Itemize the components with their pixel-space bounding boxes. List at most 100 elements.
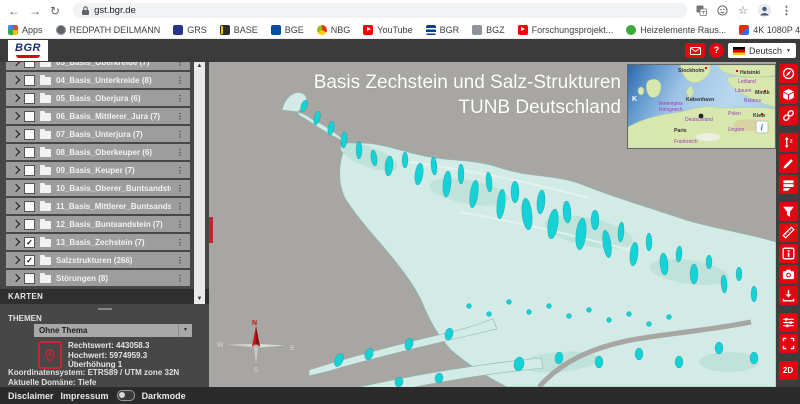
expand-chevron-icon[interactable] [12,256,20,264]
bookmark-item[interactable]: YouTube [363,25,412,35]
language-select[interactable]: Deutsch ▼ [728,43,796,58]
expand-chevron-icon[interactable] [12,62,20,66]
layer-menu-icon[interactable]: ⋮ [176,238,184,247]
layer-checkbox[interactable] [24,201,35,212]
compass-rose[interactable]: N W E S [217,320,295,372]
toolbar-layers-stack-button[interactable] [779,175,798,194]
translate-icon[interactable] [696,5,707,16]
layer-menu-icon[interactable]: ⋮ [176,166,184,175]
layer-checkbox[interactable] [24,129,35,140]
bookmark-item[interactable]: GRS [173,25,207,35]
expand-chevron-icon[interactable] [12,94,20,102]
layer-row[interactable]: 12_Basis_Buntsandstein (7)⋮ [6,216,190,232]
map-viewport[interactable]: Basis Zechstein und Salz-Strukturen TUNB… [209,62,776,387]
layer-row[interactable]: ✓13_Basis_Zechstein (7)⋮ [6,234,190,250]
toolbar-z-exaggeration-button[interactable]: z [779,133,798,152]
expand-chevron-icon[interactable] [12,166,20,174]
layer-row[interactable]: 10_Basis_Oberer_Buntsandstein (7)⋮ [6,180,190,196]
toolbar-link-button[interactable] [779,106,798,125]
bookmark-item[interactable]: BGR [426,25,460,35]
layer-menu-icon[interactable]: ⋮ [176,62,184,67]
bookmark-item[interactable]: Apps [8,25,43,35]
layer-row[interactable]: 04_Basis_Unterkreide (8)⋮ [6,72,190,88]
layer-menu-icon[interactable]: ⋮ [176,76,184,85]
layer-checkbox[interactable] [24,75,35,86]
toolbar-2d-mode-button[interactable]: 2D [779,361,798,380]
profile-avatar[interactable] [758,4,771,17]
help-button[interactable]: ? [709,43,724,58]
layer-row[interactable]: 07_Basis_Unterjura (7)⋮ [6,126,190,142]
layer-checkbox[interactable] [24,183,35,194]
bookmark-star-icon[interactable]: ☆ [738,4,748,17]
layer-row[interactable]: ✓Salzstrukturen (266)⋮ [6,252,190,268]
toolbar-sliders-button[interactable] [779,313,798,332]
panel-drag-handle[interactable] [98,308,112,310]
layer-checkbox[interactable] [24,219,35,230]
sidebar-collapse-handle[interactable] [209,217,213,243]
browser-menu-icon[interactable]: ⋮ [781,4,792,17]
bookmark-item[interactable]: BASE [220,25,258,35]
layer-checkbox[interactable] [24,93,35,104]
expand-chevron-icon[interactable] [12,130,20,138]
layer-menu-icon[interactable]: ⋮ [176,130,184,139]
toolbar-download-button[interactable] [779,286,798,305]
theme-dropdown[interactable]: Ohne Thema ▼ [34,324,192,337]
layer-menu-icon[interactable]: ⋮ [176,184,184,193]
layer-row[interactable]: 11_Basis_Mittlerer_Buntsandstein (6)⋮ [6,198,190,214]
layer-menu-icon[interactable]: ⋮ [176,202,184,211]
bookmark-item[interactable]: BGE [271,25,304,35]
toolbar-filter-funnel-button[interactable] [779,202,798,221]
layer-menu-icon[interactable]: ⋮ [176,256,184,265]
toolbar-info-button[interactable] [779,244,798,263]
bookmark-item[interactable]: REDPATH DEILMANN [56,25,161,35]
layer-checkbox[interactable] [24,147,35,158]
mail-button[interactable] [685,43,705,58]
toolbar-cube-3d-button[interactable] [779,85,798,104]
toolbar-fullscreen-button[interactable] [779,334,798,353]
impressum-link[interactable]: Impressum [61,391,109,401]
layer-row[interactable]: 03_Basis_Oberkreide (7)⋮ [6,62,190,70]
inset-info-button[interactable]: i [756,121,768,133]
layer-menu-icon[interactable]: ⋮ [176,112,184,121]
bgr-logo[interactable]: BGR [8,40,48,61]
layer-menu-icon[interactable]: ⋮ [176,148,184,157]
expand-chevron-icon[interactable] [12,274,20,282]
bookmark-item[interactable]: Heizelemente Raus... [626,25,726,35]
bookmark-item[interactable]: NBG [317,25,351,35]
layer-checkbox[interactable] [24,111,35,122]
layer-checkbox[interactable] [24,165,35,176]
layer-row[interactable]: 08_Basis_Oberkeuper (6)⋮ [6,144,190,160]
scroll-down-icon[interactable]: ▼ [197,295,203,304]
layer-row[interactable]: Störungen (8)⋮ [6,270,190,286]
expand-chevron-icon[interactable] [12,184,20,192]
forward-icon[interactable]: → [29,5,41,17]
layer-row[interactable]: 06_Basis_Mittlerer_Jura (7)⋮ [6,108,190,124]
reload-icon[interactable]: ↻ [50,5,60,17]
toolbar-pencil-button[interactable] [779,154,798,173]
section-karten[interactable]: KARTEN [0,289,209,304]
layer-checkbox[interactable] [24,62,35,68]
expand-chevron-icon[interactable] [12,238,20,246]
disclaimer-link[interactable]: Disclaimer [8,391,54,401]
layer-menu-icon[interactable]: ⋮ [176,94,184,103]
bookmark-item[interactable]: BGZ [472,25,505,35]
toolbar-compass-button[interactable] [779,64,798,83]
back-icon[interactable]: ← [8,5,20,17]
expand-chevron-icon[interactable] [12,202,20,210]
layer-row[interactable]: 05_Basis_Oberjura (6)⋮ [6,90,190,106]
bookmark-item[interactable]: 4K 1080P 48MP Wi... [739,25,800,35]
darkmode-toggle[interactable] [117,390,135,401]
layer-row[interactable]: 09_Basis_Keuper (7)⋮ [6,162,190,178]
overview-inset-map[interactable]: StockholmHelsinkiLettlandLitauenMinskBel… [627,64,776,149]
layer-checkbox[interactable]: ✓ [24,237,35,248]
layer-checkbox[interactable] [24,273,35,284]
bookmark-item[interactable]: Forschungsprojekt... [518,25,614,35]
expand-chevron-icon[interactable] [12,220,20,228]
sidebar-scrollbar[interactable]: ▲ ▼ [194,62,205,304]
layer-menu-icon[interactable]: ⋮ [176,220,184,229]
expand-chevron-icon[interactable] [12,148,20,156]
expand-chevron-icon[interactable] [12,76,20,84]
toolbar-ruler-button[interactable] [779,223,798,242]
toolbar-camera-button[interactable] [779,265,798,284]
layer-menu-icon[interactable]: ⋮ [176,274,184,283]
